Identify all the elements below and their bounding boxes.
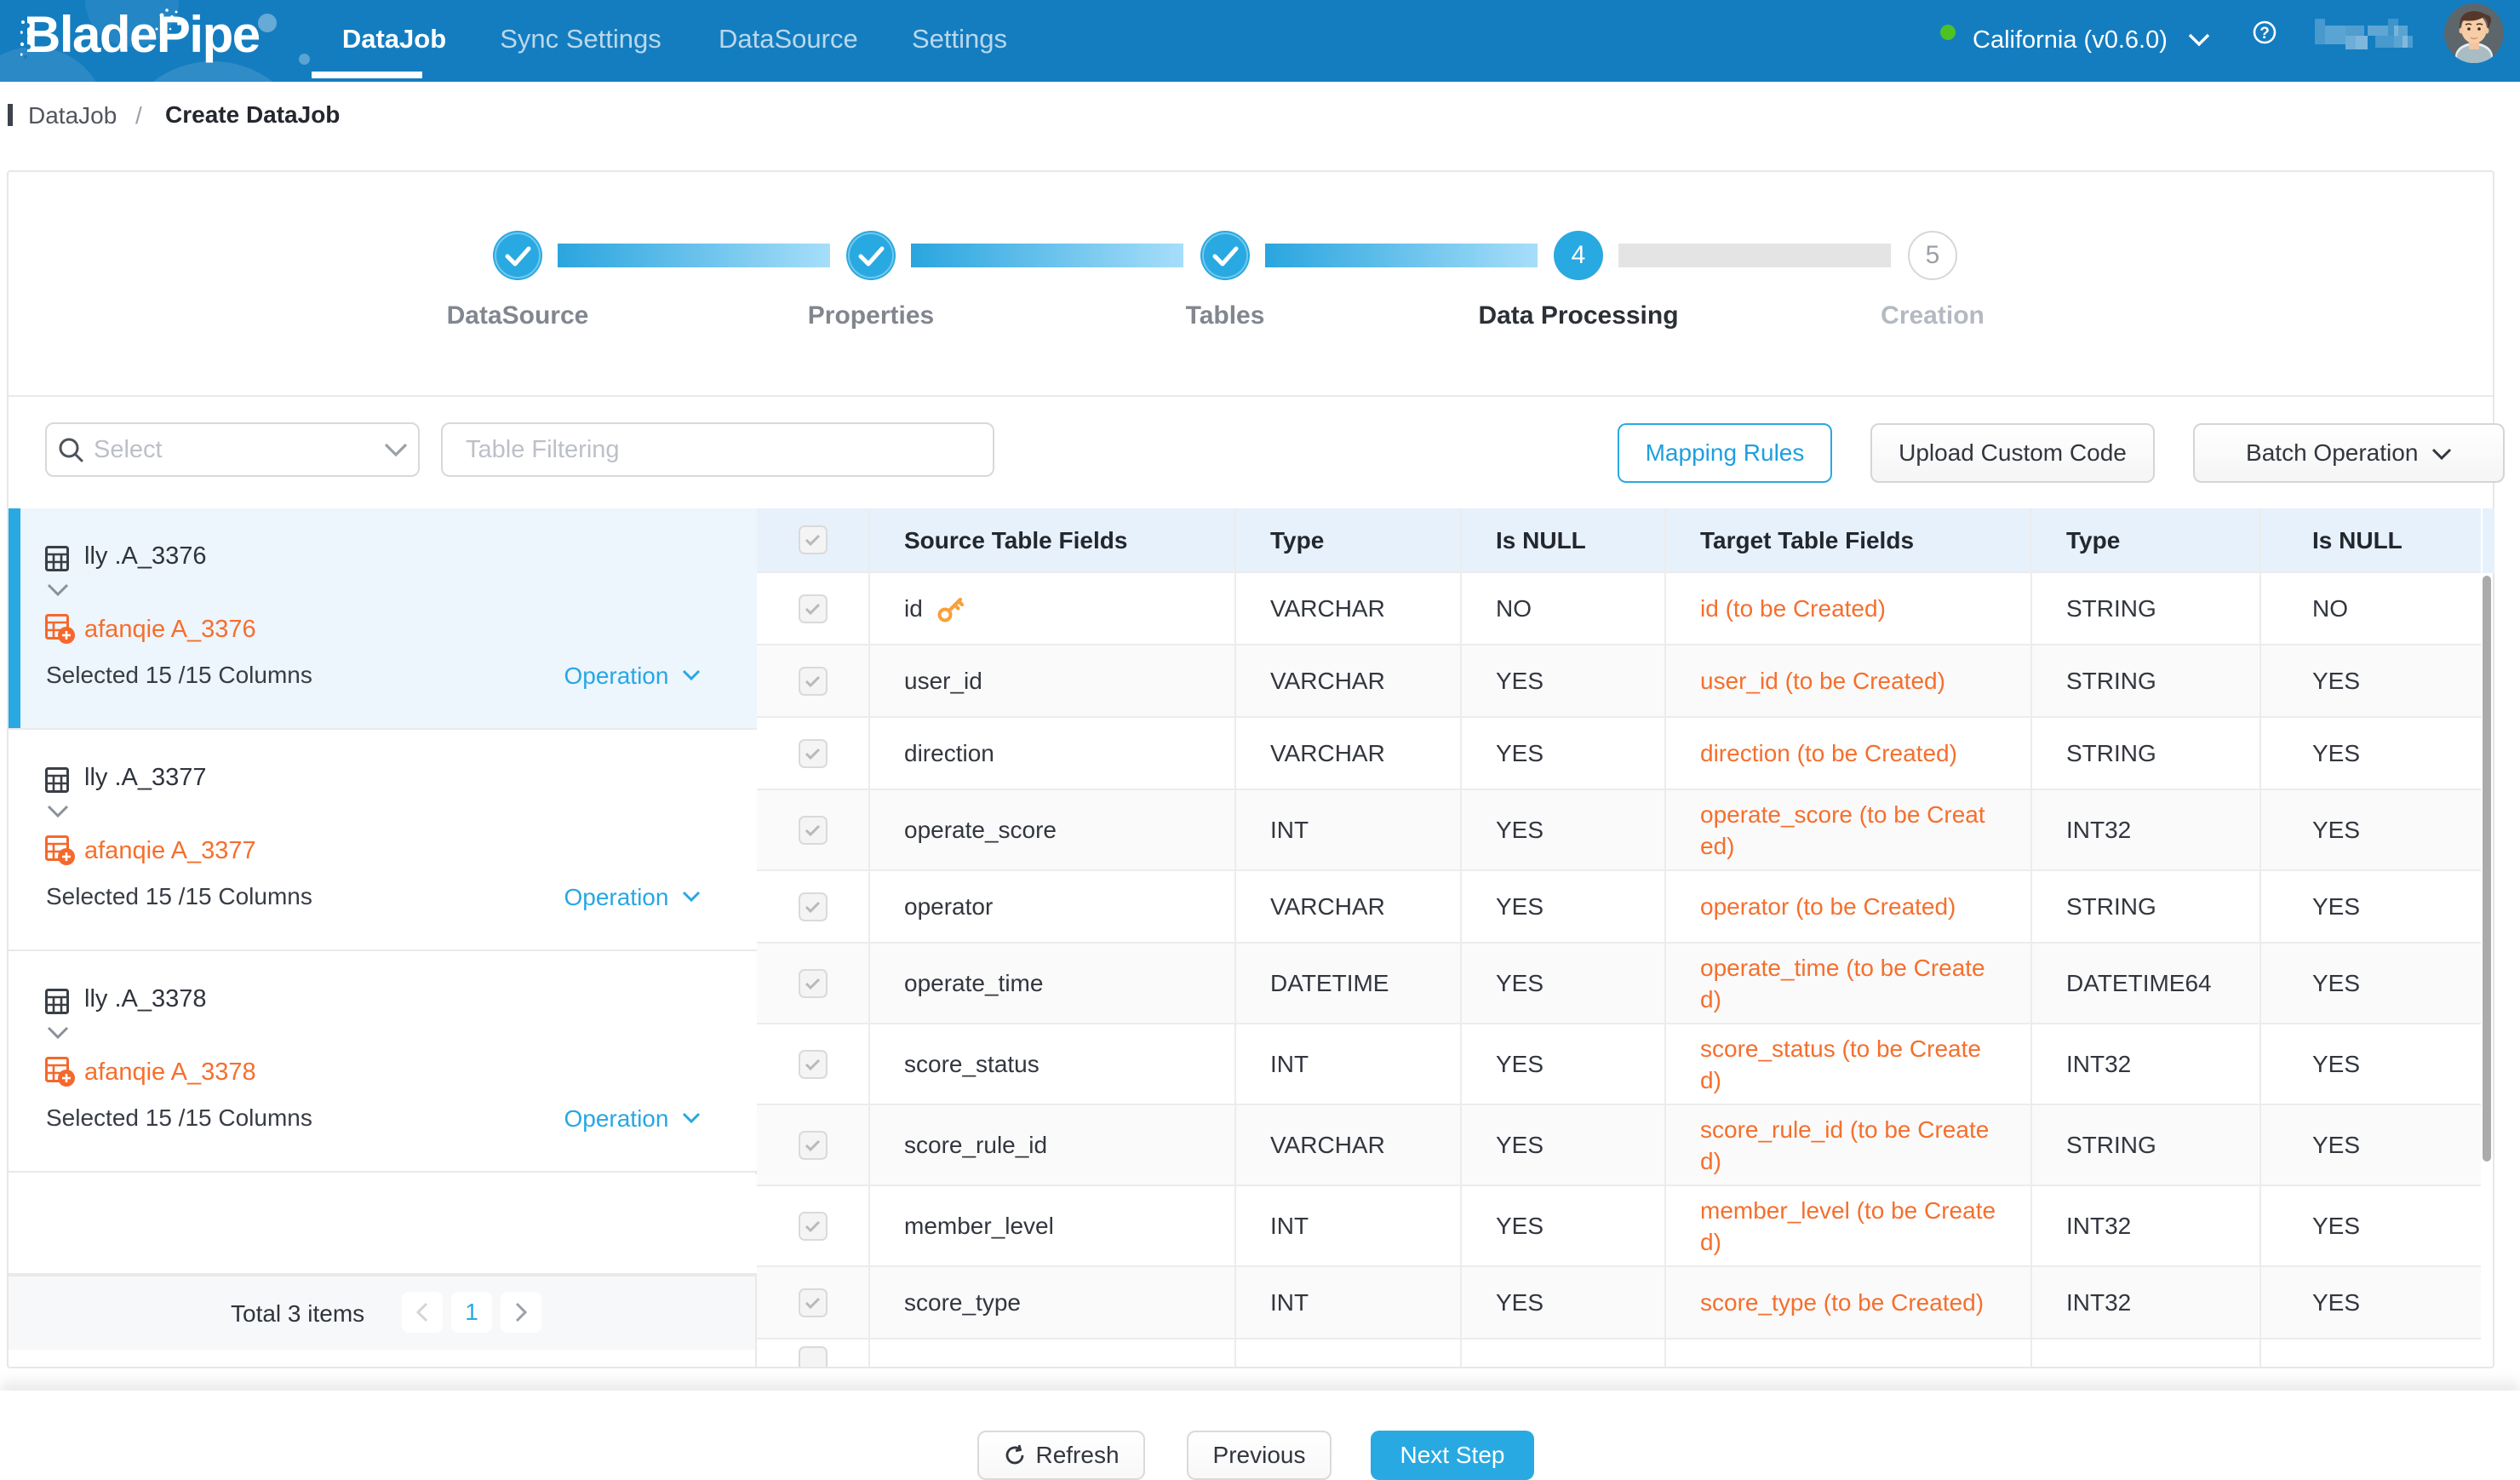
svg-text:?: ? [2259, 25, 2270, 43]
